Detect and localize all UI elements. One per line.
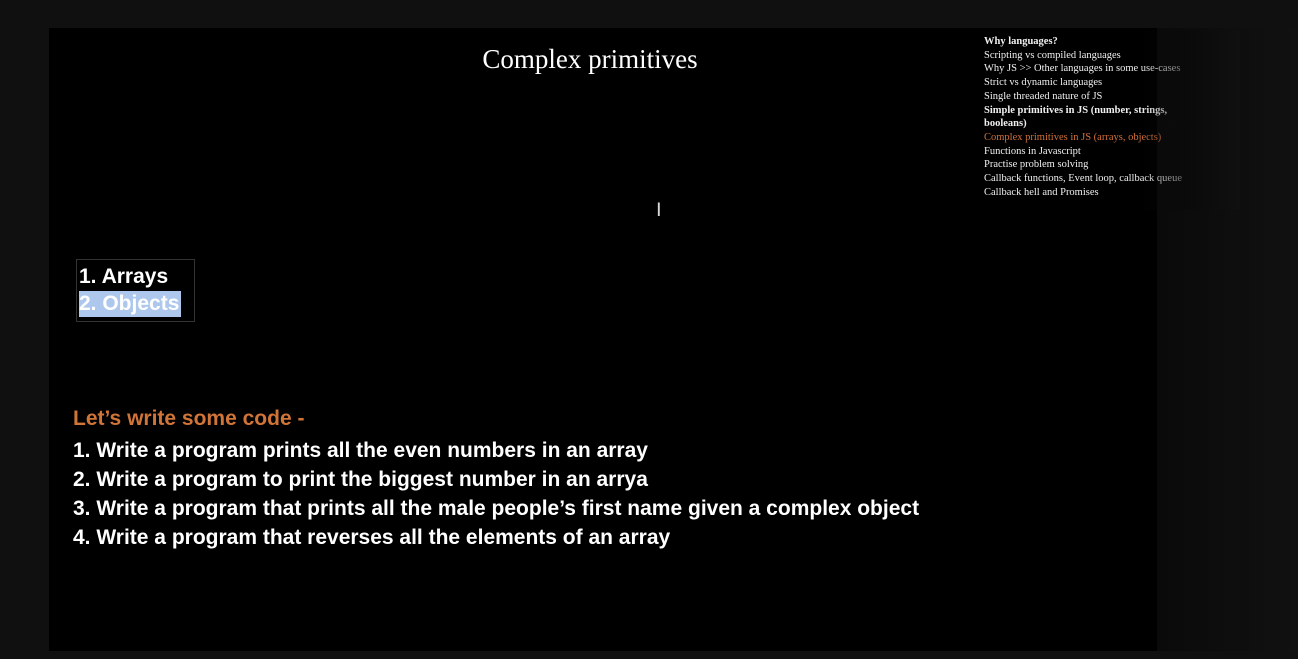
agenda-item: Callback functions, Event loop, callback…: [984, 173, 1182, 185]
agenda-list: Why languages? Scripting vs compiled lan…: [984, 35, 1224, 199]
agenda-item: Practise problem solving: [984, 159, 1089, 171]
slide-title: Complex primitives: [482, 44, 698, 74]
exercise-item: 3. Write a program that prints all the m…: [73, 497, 920, 520]
primitives-item-objects-selected[interactable]: 2. Objects: [79, 291, 182, 317]
exercise-list: 1. Write a program prints all the even n…: [73, 436, 919, 552]
text-cursor-icon: Ⅰ: [656, 199, 662, 221]
agenda-item: Simple primitives in JS (number, strings…: [984, 104, 1168, 130]
agenda-item: Single threaded nature of JS: [984, 90, 1103, 102]
agenda-item: Why languages?: [984, 36, 1058, 47]
exercise-item: 1. Write a program prints all the even n…: [73, 439, 648, 462]
agenda-item: Scripting vs compiled languages: [984, 49, 1121, 61]
agenda-item: Callback hell and Promises: [984, 186, 1099, 198]
agenda-item: Why JS >> Other languages in some use-ca…: [984, 63, 1181, 75]
code-section-heading: Let’s write some code -: [73, 407, 305, 430]
exercise-item: 4. Write a program that reverses all the…: [73, 526, 671, 549]
exercise-item: 2. Write a program to print the biggest …: [73, 468, 648, 491]
agenda-item: Strict vs dynamic languages: [984, 77, 1103, 89]
primitives-item-arrays[interactable]: 1. Arrays: [79, 264, 168, 290]
agenda-item-current: Complex primitives in JS (arrays, object…: [984, 131, 1162, 143]
agenda-item: Functions in Javascript: [984, 145, 1081, 157]
